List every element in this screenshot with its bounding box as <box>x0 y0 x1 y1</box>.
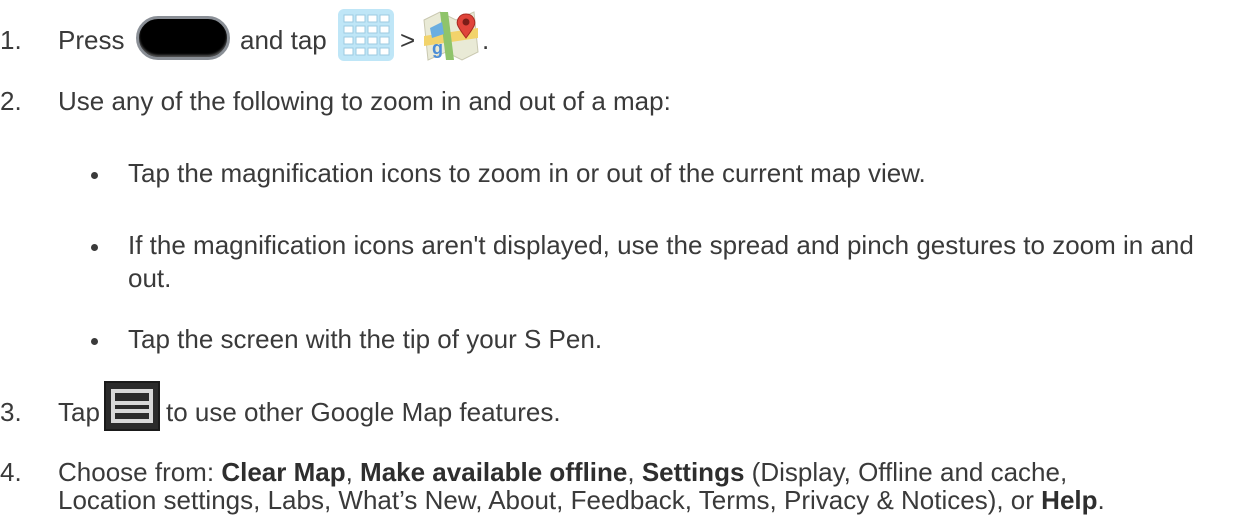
bullet-dot <box>91 172 98 179</box>
apps-grid-icon <box>338 9 394 68</box>
settings-option: Settings <box>641 457 745 487</box>
step-2: 2. Use any of the following to zoom in a… <box>0 85 1256 117</box>
step-number: 2. <box>0 86 22 116</box>
choose-from-text: Choose from: <box>58 457 215 487</box>
step-1-and-tap-text: and tap <box>240 25 327 55</box>
home-key-icon <box>136 16 230 60</box>
bullet-2-text-line-1: If the magnification icons aren't displa… <box>128 230 1194 260</box>
settings-detail: (Display, Offline and cache, <box>751 457 1068 487</box>
clear-map-option: Clear Map <box>221 457 346 487</box>
bullet-3: Tap the screen with the tip of your S Pe… <box>128 323 602 355</box>
step-3-tap-text: Tap <box>58 397 100 427</box>
step-number: 3. <box>0 397 22 427</box>
bullet-2-text-line-2: out. <box>128 263 172 293</box>
menu-key-icon <box>104 381 160 438</box>
step-1-gt: > <box>400 25 416 55</box>
bullet-2-continued: out. <box>128 262 171 294</box>
step-number: 4. <box>0 457 22 487</box>
make-available-offline-option: Make available offline <box>360 457 628 487</box>
step-1-press-text: Press <box>58 25 125 55</box>
help-option: Help <box>1041 485 1098 515</box>
bullet-dot <box>91 244 98 251</box>
separator: , <box>345 457 353 487</box>
settings-detail-continued: Location settings, Labs, What’s New, Abo… <box>58 485 1034 515</box>
bullet-1: Tap the magnification icons to zoom in o… <box>128 157 926 189</box>
bullet-3-text: Tap the screen with the tip of your S Pe… <box>128 324 603 354</box>
separator: , <box>627 457 635 487</box>
step-4-period: . <box>1097 485 1105 515</box>
bullet-1-text: Tap the magnification icons to zoom in o… <box>128 158 926 188</box>
step-1: 1. Press and tap > g . <box>0 9 1256 62</box>
step-1-period: . <box>482 25 490 55</box>
bullet-2: If the magnification icons aren't displa… <box>128 229 1194 261</box>
bullet-dot <box>91 338 98 345</box>
svg-text:g: g <box>432 38 443 58</box>
step-3-rest-text: to use other Google Map features. <box>166 397 561 427</box>
step-2-text: Use any of the following to zoom in and … <box>58 86 671 116</box>
step-number: 1. <box>0 25 22 55</box>
google-maps-icon: g <box>422 8 482 69</box>
step-4-continued: Location settings, Labs, What’s New, Abo… <box>58 484 1105 516</box>
step-3: 3. Tap to use other Google Map features. <box>0 381 1256 434</box>
